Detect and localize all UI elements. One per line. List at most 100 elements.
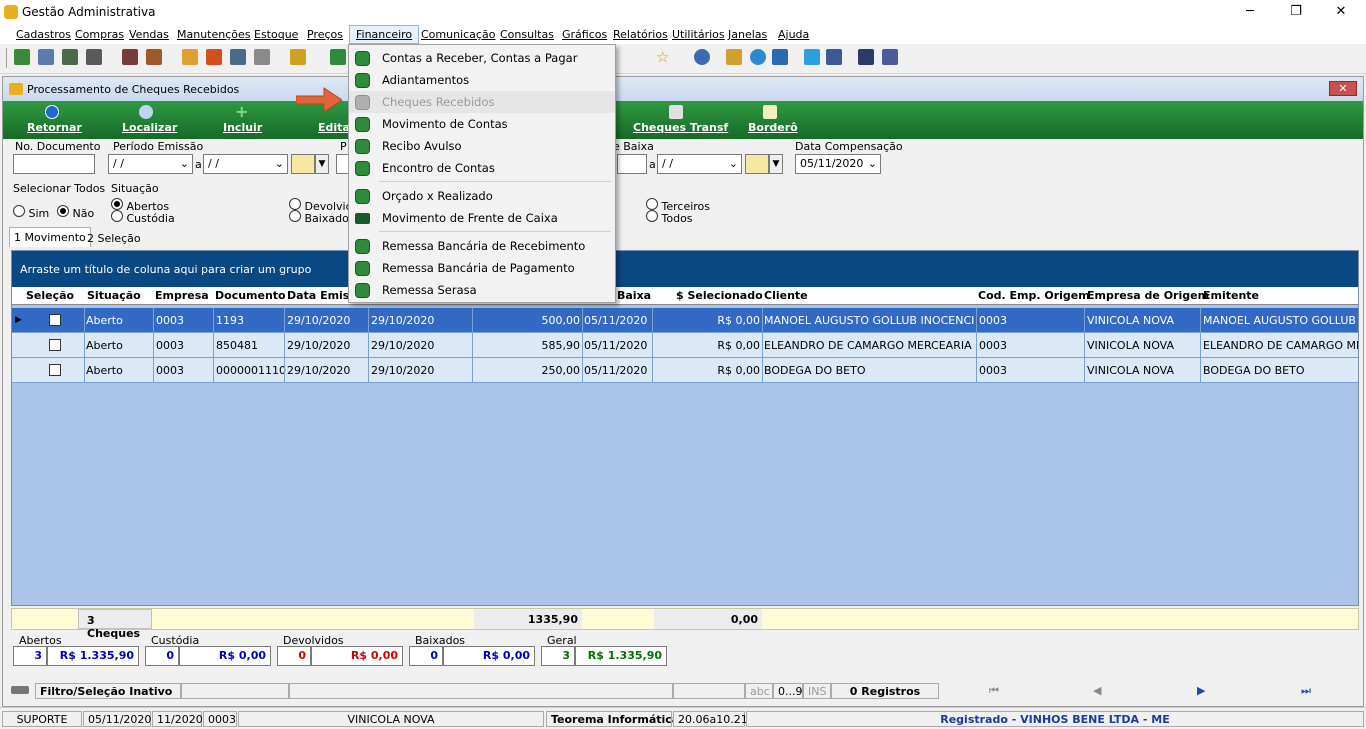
menu-item-remessa-recebimento[interactable]: Remessa Bancária de Recebimento — [349, 235, 615, 257]
menu-cadastros[interactable]: Cadastros — [16, 28, 71, 41]
col-selecionado[interactable]: $ Selecionado — [676, 289, 763, 302]
menu-financeiro[interactable]: Financeiro — [349, 25, 420, 44]
menu-ajuda[interactable]: Ajuda — [778, 28, 809, 41]
menu-vendas[interactable]: Vendas — [129, 28, 169, 41]
col-cliente[interactable]: Cliente — [764, 289, 808, 302]
plus-icon[interactable]: + — [235, 102, 248, 121]
menu-relatorios[interactable]: Relatórios — [613, 28, 668, 41]
menu-comunicacao[interactable]: Comunicação — [421, 28, 495, 41]
no-documento-input[interactable] — [13, 154, 95, 174]
row-checkbox[interactable] — [49, 314, 61, 326]
coins-icon[interactable] — [290, 49, 306, 65]
star-icon[interactable]: ☆ — [656, 49, 672, 65]
child-close-button[interactable]: ✕ — [1329, 81, 1357, 96]
printer-icon[interactable] — [669, 105, 683, 119]
table-row[interactable]: ▶ Aberto 0003 1193 29/10/2020 29/10/2020… — [12, 308, 1358, 333]
custodia-radio[interactable]: Custódia — [111, 210, 175, 225]
menu-compras[interactable]: Compras — [75, 28, 124, 41]
menu-graficos[interactable]: Gráficos — [562, 28, 607, 41]
menu-manutencoes[interactable]: Manutenções — [177, 28, 251, 41]
box-icon[interactable] — [146, 49, 162, 65]
baixa-from-date[interactable] — [617, 154, 647, 174]
money-icon[interactable] — [330, 49, 346, 65]
calendar-icon[interactable] — [291, 154, 315, 174]
close-icon[interactable]: ✕ — [1318, 0, 1364, 24]
col-cod-origem[interactable]: Cod. Emp. Origem — [978, 289, 1090, 302]
menu-item-encontro-contas[interactable]: Encontro de Contas — [349, 157, 615, 179]
row-checkbox[interactable] — [49, 364, 61, 376]
minimize-icon[interactable]: ─ — [1227, 0, 1273, 24]
book-icon[interactable] — [182, 49, 198, 65]
cheques-transf-button[interactable]: Cheques Transf — [633, 121, 728, 134]
menu-item-recibo-avulso[interactable]: Recibo Avulso — [349, 135, 615, 157]
facebook-icon[interactable] — [826, 49, 842, 65]
menu-utilitarios[interactable]: Utilitários — [672, 28, 725, 41]
globe-icon[interactable] — [14, 49, 30, 65]
todos-radio[interactable]: Todos — [646, 210, 693, 225]
incluir-button[interactable]: Incluir — [223, 121, 262, 134]
menu-item-contas[interactable]: Contas a Receber, Contas a Pagar — [349, 47, 615, 69]
emissao-from-date[interactable]: / / ⌄ — [108, 154, 193, 174]
emissao-to-date[interactable]: / / ⌄ — [203, 154, 288, 174]
pen-icon[interactable] — [254, 49, 270, 65]
menu-item-movimento-contas[interactable]: Movimento de Contas — [349, 113, 615, 135]
tab-movimento[interactable]: 1 Movimento — [9, 227, 91, 247]
col-empresa[interactable]: Empresa — [155, 289, 209, 302]
menu-item-remessa-pagamento[interactable]: Remessa Bancária de Pagamento — [349, 257, 615, 279]
magnifier-icon[interactable] — [139, 105, 153, 119]
baixa-to-date[interactable]: / / ⌄ — [657, 154, 742, 174]
next-record-icon[interactable]: ▶ — [1197, 684, 1205, 697]
calendar-dropdown-2[interactable]: ▼ — [769, 154, 783, 174]
calculator-icon[interactable] — [122, 49, 138, 65]
tab-selecao[interactable]: 2 Seleção — [83, 230, 145, 247]
menu-item-cheques-recebidos[interactable]: Cheques Recebidos — [349, 91, 615, 113]
col-baixa[interactable]: Baixa — [617, 289, 651, 302]
col-data-emissao[interactable]: Data Emiss — [287, 289, 356, 302]
sim-radio[interactable]: Sim — [13, 205, 49, 220]
menu-estoque[interactable]: Estoque — [254, 28, 298, 41]
prev-record-icon[interactable]: ◀ — [1093, 684, 1101, 697]
calendar-dropdown[interactable]: ▼ — [315, 154, 329, 174]
people-icon[interactable] — [38, 49, 54, 65]
data-compensacao-combo[interactable]: 05/11/2020 ⌄ — [795, 154, 881, 174]
table-row[interactable]: Aberto 0003 850481 29/10/2020 29/10/2020… — [12, 333, 1358, 358]
menu-precos[interactable]: Preços — [307, 28, 343, 41]
col-documento[interactable]: Documento — [215, 289, 286, 302]
nao-radio[interactable]: Não — [57, 205, 94, 220]
document-icon[interactable] — [763, 105, 777, 119]
radio-circle — [57, 205, 69, 217]
menu-item-orcado-realizado[interactable]: Orçado x Realizado — [349, 185, 615, 207]
col-situacao[interactable]: Situação — [87, 289, 141, 302]
exit-icon[interactable] — [882, 49, 898, 65]
maximize-icon[interactable]: ❐ — [1273, 0, 1319, 24]
swoosh-icon[interactable] — [772, 49, 788, 65]
baixados-radio[interactable]: Baixados — [289, 210, 355, 225]
photo-icon[interactable] — [206, 49, 222, 65]
back-arrow-icon[interactable] — [45, 105, 59, 119]
bordero-button[interactable]: Borderô — [748, 121, 798, 134]
truck-icon[interactable] — [86, 49, 102, 65]
monitor-icon[interactable] — [858, 49, 874, 65]
keyboard-icon[interactable] — [11, 686, 29, 694]
menu-janelas[interactable]: Janelas — [728, 28, 767, 41]
menu-item-adiantamentos[interactable]: Adiantamentos — [349, 69, 615, 91]
first-record-icon[interactable]: ⏮ — [989, 684, 999, 698]
twitter-icon[interactable] — [804, 49, 820, 65]
tree-icon[interactable] — [62, 49, 78, 65]
retornar-button[interactable]: Retornar — [27, 121, 82, 134]
col-selecao[interactable]: Seleção — [26, 289, 74, 302]
network-icon[interactable] — [230, 49, 246, 65]
menu-consultas[interactable]: Consultas — [500, 28, 554, 41]
localizar-button[interactable]: Localizar — [122, 121, 177, 134]
col-emitente[interactable]: Emitente — [1203, 289, 1259, 302]
row-checkbox[interactable] — [49, 339, 61, 351]
last-record-icon[interactable]: ⏭ — [1301, 684, 1311, 698]
table-row[interactable]: Aberto 0003 0000001110 29/10/2020 29/10/… — [12, 358, 1358, 383]
calendar-icon-2[interactable] — [745, 154, 769, 174]
info-icon[interactable] — [694, 49, 710, 65]
handshake-icon[interactable] — [726, 49, 742, 65]
menu-item-remessa-serasa[interactable]: Remessa Serasa — [349, 279, 615, 301]
col-empresa-origem[interactable]: Empresa de Origem — [1087, 289, 1209, 302]
menu-item-frente-caixa[interactable]: Movimento de Frente de Caixa — [349, 207, 615, 229]
skype-icon[interactable] — [750, 49, 766, 65]
